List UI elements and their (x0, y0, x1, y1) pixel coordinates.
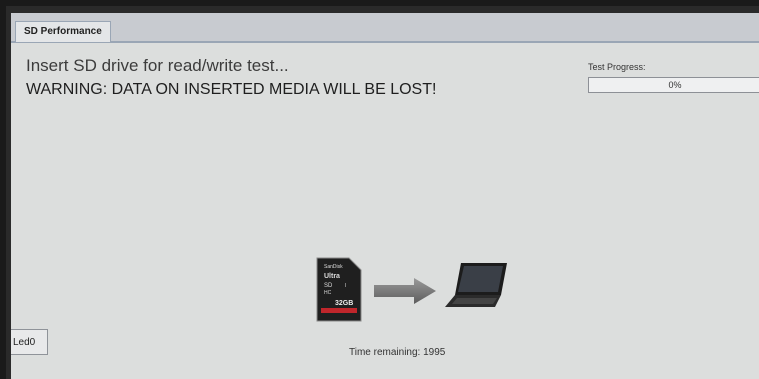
sd-card-class: HC (324, 290, 332, 296)
progress-bar: 0% (588, 77, 759, 93)
warning-text: WARNING: DATA ON INSERTED MEDIA WILL BE … (26, 81, 437, 98)
arrow-right-icon (372, 276, 438, 306)
sd-card-uhs: I (345, 283, 346, 289)
led0-button[interactable]: Led0 (11, 329, 48, 355)
time-remaining: Time remaining: 1995 (349, 347, 446, 358)
progress-value: 0% (668, 80, 682, 90)
sd-card-capacity: 32GB (335, 300, 353, 307)
tab-bar: SD Performance (11, 13, 759, 43)
sd-card-icon: SanDisk Ultra SD HC I 32GB (315, 256, 363, 323)
tab-sd-performance[interactable]: SD Performance (15, 21, 111, 42)
sd-card-logo: SD (324, 283, 333, 289)
app-window: SD Performance Insert SD drive for read/… (11, 13, 759, 379)
instruction-text: Insert SD drive for read/write test... (26, 56, 289, 75)
sd-card-line: Ultra (324, 273, 340, 280)
sd-card-brand: SanDisk (324, 264, 343, 270)
progress-label: Test Progress: (588, 62, 646, 72)
laptop-icon (443, 261, 511, 311)
